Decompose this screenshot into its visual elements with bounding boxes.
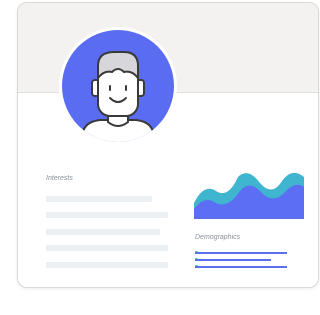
user-avatar-icon[interactable] [58, 26, 178, 146]
demographic-line [195, 259, 271, 261]
interest-placeholder-bar [46, 245, 168, 251]
interests-label: Interests [46, 175, 73, 182]
interest-placeholder-bar [46, 196, 152, 202]
demographics-label: Demographics [195, 234, 241, 241]
interest-placeholder-bar [46, 262, 168, 268]
profile-card: Interests Demographics [17, 2, 319, 288]
interest-placeholder-bar [46, 212, 168, 218]
interest-placeholder-bar [46, 229, 160, 235]
demographic-line [195, 266, 287, 268]
demographic-line [195, 252, 287, 254]
area-chart-icon [194, 169, 304, 219]
